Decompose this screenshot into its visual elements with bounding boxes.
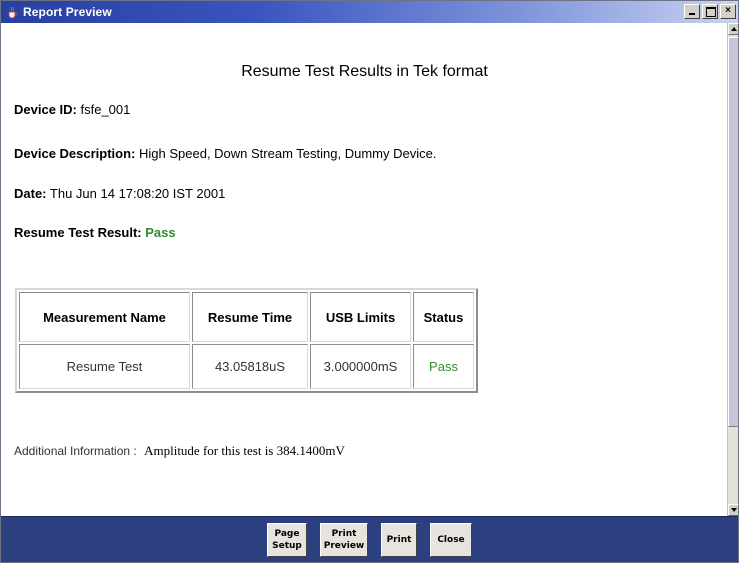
- print-preview-label-line2: Preview: [323, 540, 365, 551]
- result-value: Pass: [145, 225, 176, 240]
- device-description-value: High Speed, Down Stream Testing, Dummy D…: [139, 146, 437, 161]
- resume-time-cell: 43.05818uS: [192, 344, 308, 389]
- result-label: Resume Test Result:: [14, 225, 142, 240]
- close-window-button[interactable]: ×: [720, 4, 736, 19]
- table-row: Resume Test 43.05818uS 3.000000mS Pass: [19, 344, 474, 389]
- print-preview-button[interactable]: Print Preview: [320, 522, 368, 557]
- date-value: Thu Jun 14 17:08:20 IST 2001: [49, 186, 226, 201]
- device-id-field: Device ID: fsfe_001: [14, 102, 130, 117]
- table-header-row: Measurement Name Resume Time USB Limits …: [19, 292, 474, 342]
- close-button[interactable]: Close: [430, 522, 472, 557]
- additional-information: Additional Information : Amplitude for t…: [14, 443, 345, 459]
- print-preview-label-line1: Print: [331, 528, 357, 539]
- button-bar: Page Setup Print Preview Print Close: [1, 516, 738, 562]
- print-label: Print: [386, 534, 412, 545]
- device-description-field: Device Description: High Speed, Down Str…: [14, 146, 436, 161]
- scroll-down-arrow-icon[interactable]: [728, 504, 739, 516]
- report-title: Resume Test Results in Tek format: [241, 63, 488, 80]
- maximize-button[interactable]: [702, 4, 718, 19]
- additional-info-value: Amplitude for this test is 384.1400mV: [144, 443, 345, 458]
- column-header: USB Limits: [310, 292, 411, 342]
- minimize-button[interactable]: [684, 4, 700, 19]
- java-coffee-icon: [6, 5, 18, 19]
- window-title: Report Preview: [23, 5, 112, 19]
- close-label: Close: [437, 534, 465, 545]
- report-preview-window: Report Preview × Resume Test Results in …: [0, 0, 739, 563]
- report-content: Resume Test Results in Tek format Device…: [2, 23, 727, 516]
- scroll-thumb[interactable]: [728, 37, 739, 427]
- results-table: Measurement Name Resume Time USB Limits …: [15, 288, 478, 393]
- measurement-name-cell: Resume Test: [19, 344, 190, 389]
- device-id-value: fsfe_001: [80, 102, 131, 117]
- title-bar[interactable]: Report Preview ×: [1, 1, 738, 23]
- status-cell: Pass: [413, 344, 474, 389]
- usb-limits-cell: 3.000000mS: [310, 344, 411, 389]
- date-field: Date: Thu Jun 14 17:08:20 IST 2001: [14, 186, 225, 201]
- page-setup-label-line2: Setup: [272, 540, 302, 551]
- additional-info-label: Additional Information :: [14, 444, 137, 458]
- result-field: Resume Test Result: Pass: [14, 225, 176, 240]
- column-header: Status: [413, 292, 474, 342]
- column-header: Resume Time: [192, 292, 308, 342]
- print-button[interactable]: Print: [381, 522, 417, 557]
- device-id-label: Device ID:: [14, 102, 77, 117]
- column-header: Measurement Name: [19, 292, 190, 342]
- vertical-scrollbar[interactable]: [727, 23, 739, 516]
- page-setup-button[interactable]: Page Setup: [267, 522, 307, 557]
- window-controls: ×: [684, 4, 736, 19]
- date-label: Date:: [14, 186, 47, 201]
- page-setup-label-line1: Page: [274, 528, 300, 539]
- scroll-up-arrow-icon[interactable]: [728, 23, 739, 35]
- device-description-label: Device Description:: [14, 146, 136, 161]
